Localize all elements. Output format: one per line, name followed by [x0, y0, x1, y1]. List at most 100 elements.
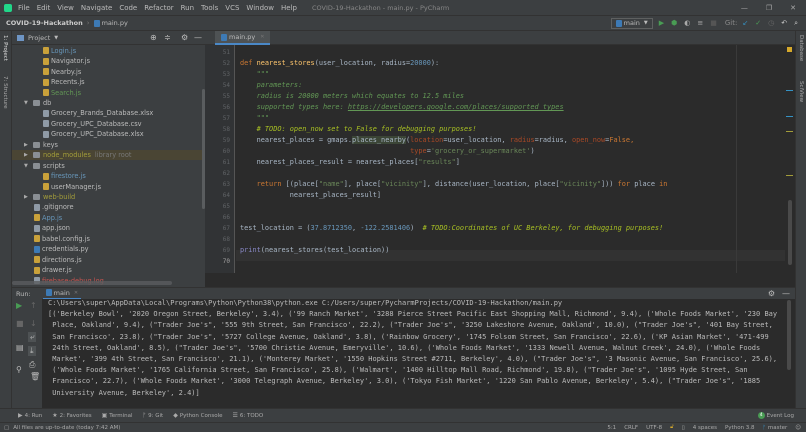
- tab-main-py[interactable]: main.py ✕: [215, 31, 271, 45]
- tool-window-python-console[interactable]: ◆ Python Console: [173, 412, 222, 419]
- code-editor[interactable]: def nearest_stores(user_location, radius…: [236, 45, 786, 273]
- tree-item[interactable]: directions.js: [34, 255, 82, 265]
- scroll-to-end-icon[interactable]: ⤓: [28, 346, 36, 356]
- debug-icon[interactable]: ⬢: [671, 19, 677, 27]
- print-icon[interactable]: ⎙: [29, 360, 35, 370]
- rerun-icon[interactable]: ▶: [16, 301, 22, 311]
- code-line[interactable]: nearest_places_result = nearest_places["…: [240, 157, 460, 168]
- tool-window-todo[interactable]: ☰ 6: TODO: [233, 412, 264, 419]
- run-config-select[interactable]: main ▼: [610, 17, 653, 29]
- profile-icon[interactable]: ≡: [697, 19, 703, 27]
- close-tab-icon[interactable]: ✕: [74, 290, 78, 296]
- rollback-icon[interactable]: ↶: [781, 19, 787, 27]
- database-tool-button[interactable]: Database: [798, 35, 804, 61]
- expand-arrow-icon[interactable]: ▼: [24, 100, 31, 106]
- expand-arrow-icon[interactable]: ▶: [24, 152, 31, 158]
- expand-arrow-icon[interactable]: ▶: [24, 142, 31, 148]
- menu-code[interactable]: Code: [119, 4, 137, 12]
- tree-item[interactable]: ▼ scripts: [24, 160, 65, 170]
- code-line[interactable]: """: [240, 69, 269, 80]
- stripe-mark[interactable]: [786, 131, 793, 132]
- code-line[interactable]: parameters:: [240, 80, 303, 91]
- project-view-select[interactable]: Project: [28, 34, 50, 42]
- code-line[interactable]: # TODO: open_now set to False for debugg…: [240, 124, 477, 135]
- tool-window-run[interactable]: ▶ 4: Run: [18, 412, 42, 419]
- sciview-tool-button[interactable]: SciView: [798, 81, 804, 102]
- tree-item[interactable]: Grocery_UPC_Database.xlsx: [43, 129, 144, 139]
- menu-edit[interactable]: Edit: [37, 4, 51, 12]
- inspector-icon[interactable]: ☺: [795, 425, 801, 431]
- git-branch[interactable]: master: [768, 425, 787, 431]
- coverage-icon[interactable]: ◐: [684, 19, 690, 27]
- editor-scrollbar[interactable]: [788, 200, 792, 265]
- menu-vcs[interactable]: VCS: [225, 4, 239, 12]
- code-line[interactable]: def nearest_stores(user_location, radius…: [240, 58, 439, 69]
- code-line[interactable]: supported types here: https://developers…: [240, 102, 564, 113]
- code-line[interactable]: test_location = (37.8712350, -122.258140…: [240, 223, 663, 234]
- code-line[interactable]: return [(place["name"], place["vicinity"…: [240, 179, 668, 190]
- hide-icon[interactable]: —: [194, 33, 202, 42]
- menu-window[interactable]: Window: [246, 4, 274, 12]
- tree-item[interactable]: Login.js: [43, 46, 76, 56]
- stripe-mark[interactable]: [786, 175, 793, 176]
- run-console-output[interactable]: C:\Users\super\AppData\Local\Programs\Py…: [42, 299, 795, 399]
- stop-icon[interactable]: ■: [710, 19, 717, 27]
- gear-icon[interactable]: ⚙: [181, 33, 188, 42]
- git-history-icon[interactable]: ◷: [768, 19, 774, 27]
- tool-window-terminal[interactable]: ▣ Terminal: [102, 412, 133, 419]
- minimize-button[interactable]: —: [741, 4, 748, 12]
- menu-help[interactable]: Help: [281, 4, 297, 12]
- tree-item[interactable]: App.js: [34, 213, 62, 223]
- line-separator[interactable]: CRLF: [624, 425, 638, 431]
- code-line[interactable]: radius is 20000 meters which equates to …: [240, 91, 464, 102]
- collapse-all-icon[interactable]: ≑: [164, 33, 171, 42]
- structure-tool-button[interactable]: 7: Structure: [2, 76, 8, 109]
- indent-setting[interactable]: 4 spaces: [693, 425, 717, 431]
- tree-item[interactable]: Search.js: [43, 87, 81, 97]
- memory-icon[interactable]: ▯: [682, 425, 685, 431]
- tree-item[interactable]: ▶ node_modules library root: [12, 150, 205, 161]
- tree-item[interactable]: Nearby.js: [43, 66, 81, 76]
- code-line[interactable]: nearest_places_result]: [240, 190, 381, 201]
- tree-item[interactable]: .gitignore: [34, 202, 74, 212]
- menu-refactor[interactable]: Refactor: [144, 4, 173, 12]
- tree-item[interactable]: userManager.js: [43, 181, 101, 191]
- stop-icon[interactable]: ■: [16, 319, 24, 329]
- file-encoding[interactable]: UTF-8: [646, 425, 662, 431]
- tool-window-git[interactable]: ᚠ 9: Git: [143, 412, 164, 419]
- stripe-mark[interactable]: [786, 90, 793, 91]
- tree-item[interactable]: drawer.js: [34, 265, 72, 275]
- tree-item[interactable]: firestore.js: [43, 171, 86, 181]
- project-horizontal-scrollbar[interactable]: [12, 281, 172, 285]
- expand-arrow-icon[interactable]: ▼: [24, 163, 31, 169]
- layout-icon[interactable]: ▤: [16, 343, 24, 353]
- tree-item[interactable]: babel.config.js: [34, 234, 90, 244]
- menu-file[interactable]: File: [18, 4, 30, 12]
- up-arrow-icon[interactable]: ↑: [30, 301, 37, 311]
- git-commit-icon[interactable]: ✓: [755, 19, 761, 27]
- maximize-button[interactable]: ❐: [766, 4, 772, 12]
- soft-wrap-icon[interactable]: ⤶: [28, 332, 37, 342]
- tree-item[interactable]: ▶ web-build: [24, 192, 75, 202]
- python-interpreter[interactable]: Python 3.8: [725, 425, 755, 431]
- close-button[interactable]: ✕: [790, 4, 796, 12]
- close-tab-icon[interactable]: ✕: [260, 34, 264, 40]
- project-tool-button[interactable]: 1: Project: [2, 35, 8, 61]
- search-icon[interactable]: ⌕: [794, 19, 798, 28]
- menu-run[interactable]: Run: [181, 4, 194, 12]
- menu-view[interactable]: View: [57, 4, 74, 12]
- menu-navigate[interactable]: Navigate: [81, 4, 112, 12]
- run-icon[interactable]: ▶: [659, 19, 664, 27]
- stripe-mark[interactable]: [786, 116, 793, 117]
- pin-icon[interactable]: ⚲: [16, 365, 22, 375]
- hide-icon[interactable]: —: [782, 289, 790, 298]
- console-scrollbar[interactable]: [787, 300, 791, 370]
- tree-item[interactable]: ▼ db: [24, 98, 51, 108]
- locate-icon[interactable]: ⊕: [150, 33, 157, 42]
- tree-item[interactable]: Grocery_UPC_Database.csv: [43, 119, 142, 129]
- code-line[interactable]: nearest_places = gmaps.places_nearby(loc…: [240, 135, 634, 146]
- code-line[interactable]: print(nearest_stores(test_location)): [240, 245, 389, 256]
- git-update-icon[interactable]: ↙: [742, 19, 748, 27]
- status-window-icon[interactable]: ▢: [4, 425, 9, 431]
- lock-icon[interactable]: 🔓︎: [670, 424, 674, 431]
